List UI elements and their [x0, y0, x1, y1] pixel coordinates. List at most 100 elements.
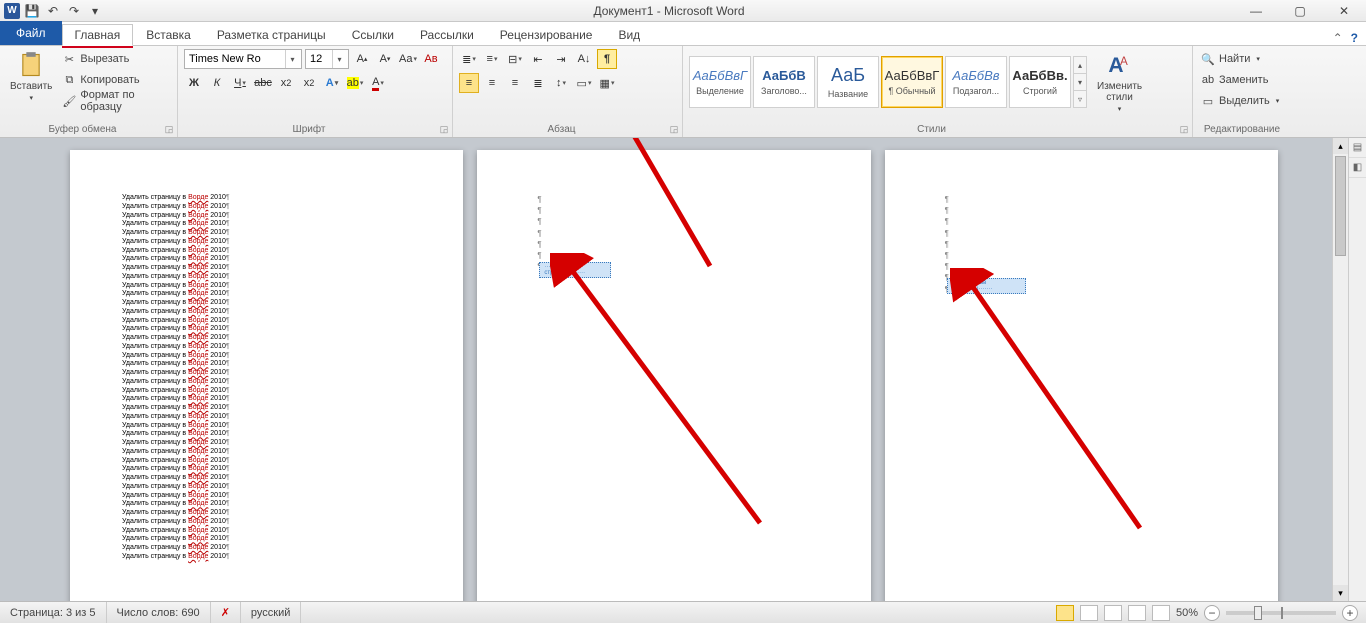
align-center-button[interactable]: ≡ [482, 73, 502, 93]
zoom-level[interactable]: 50% [1176, 607, 1198, 619]
document-area: Удалить страницу в Ворде 2010¶Удалить ст… [0, 138, 1348, 601]
tab-layout[interactable]: Разметка страницы [204, 23, 339, 45]
shading-button[interactable]: ▭▾ [574, 73, 594, 93]
view-draft-button[interactable] [1152, 605, 1170, 621]
scroll-down-icon[interactable]: ▾ [1333, 585, 1348, 601]
style-heading[interactable]: АаБбВЗаголово... [753, 56, 815, 108]
tab-review[interactable]: Рецензирование [487, 23, 606, 45]
page-1-content: Удалить страницу в Ворде 2010¶Удалить ст… [122, 194, 411, 562]
scroll-thumb[interactable] [1335, 156, 1346, 256]
style-title[interactable]: АаБНазвание [817, 56, 879, 108]
font-size-combo[interactable]: ▾ [305, 49, 349, 69]
page-2[interactable]: ¶¶¶¶¶¶¶ ·······Разрыв страницы······· [477, 150, 870, 601]
grow-font-button[interactable]: A▴ [352, 49, 372, 69]
change-styles-button[interactable]: AA Изменить стили ▾ [1093, 49, 1146, 115]
select-button[interactable]: ▭Выделить▾ [1199, 91, 1297, 111]
multilevel-button[interactable]: ⊟▾ [505, 49, 525, 69]
view-print-layout-button[interactable] [1056, 605, 1074, 621]
qat-more-icon[interactable]: ▾ [86, 2, 104, 20]
italic-button[interactable]: К [207, 73, 227, 93]
tab-home[interactable]: Главная [62, 24, 134, 46]
gallery-up-icon[interactable]: ▴ [1074, 57, 1086, 74]
gallery-down-icon[interactable]: ▾ [1074, 74, 1086, 91]
bullets-button[interactable]: ≣▾ [459, 49, 479, 69]
superscript-button[interactable]: x2 [299, 73, 319, 93]
gallery-more-icon[interactable]: ▿ [1074, 91, 1086, 107]
scroll-up-icon[interactable]: ▴ [1333, 138, 1348, 154]
tab-view[interactable]: Вид [605, 23, 653, 45]
ribbon-minimize-icon[interactable]: ⌃ [1333, 31, 1343, 45]
tab-insert[interactable]: Вставка [133, 23, 204, 45]
close-button[interactable]: ✕ [1322, 0, 1366, 22]
status-spellcheck[interactable]: ✗ [211, 602, 241, 623]
chevron-down-icon[interactable]: ▾ [332, 50, 346, 68]
paragraph-marks: ¶¶¶¶¶¶¶ [537, 194, 541, 272]
sort-button[interactable]: A↓ [574, 49, 594, 69]
zoom-in-button[interactable]: + [1342, 605, 1358, 621]
vertical-scrollbar[interactable]: ▴ ▾ [1332, 138, 1348, 601]
status-language[interactable]: русский [241, 602, 301, 623]
paste-button[interactable]: Вставить ▾ [6, 49, 56, 111]
change-case-button[interactable]: Aa▾ [398, 49, 418, 69]
file-tab[interactable]: Файл [0, 21, 62, 45]
text-effects-button[interactable]: A▾ [322, 73, 342, 93]
bold-button[interactable]: Ж [184, 73, 204, 93]
cut-button[interactable]: ✂Вырезать [60, 49, 171, 69]
align-right-button[interactable]: ≡ [505, 73, 525, 93]
font-name-input[interactable] [185, 50, 285, 68]
style-emphasis[interactable]: АаБбВвГВыделение [689, 56, 751, 108]
zoom-thumb[interactable] [1254, 606, 1262, 620]
styles-launcher-icon[interactable]: ◲ [1178, 123, 1190, 135]
clipboard-launcher-icon[interactable]: ◲ [163, 123, 175, 135]
group-clipboard-label: Буфер обмена [0, 124, 165, 135]
view-outline-button[interactable] [1128, 605, 1146, 621]
style-subtitle[interactable]: АаБбВвПодзагол... [945, 56, 1007, 108]
paragraph-launcher-icon[interactable]: ◲ [668, 123, 680, 135]
clear-format-button[interactable]: Aʙ [421, 49, 441, 69]
show-marks-button[interactable]: ¶ [597, 49, 617, 69]
decrease-indent-button[interactable]: ⇤ [528, 49, 548, 69]
zoom-out-button[interactable]: − [1204, 605, 1220, 621]
change-styles-label: Изменить стили [1097, 81, 1142, 103]
justify-button[interactable]: ≣ [528, 73, 548, 93]
zoom-slider[interactable] [1226, 611, 1336, 615]
page-1[interactable]: Удалить страницу в Ворде 2010¶Удалить ст… [70, 150, 463, 601]
replace-button[interactable]: abЗаменить [1199, 70, 1297, 90]
tab-mailings[interactable]: Рассылки [407, 23, 487, 45]
increase-indent-button[interactable]: ⇥ [551, 49, 571, 69]
undo-icon[interactable]: ↶ [44, 2, 62, 20]
maximize-button[interactable]: ▢ [1278, 0, 1322, 22]
minimize-button[interactable]: — [1234, 0, 1278, 22]
underline-button[interactable]: Ч▾ [230, 73, 250, 93]
shrink-font-button[interactable]: A▾ [375, 49, 395, 69]
line-spacing-button[interactable]: ↕▾ [551, 73, 571, 93]
font-launcher-icon[interactable]: ◲ [438, 123, 450, 135]
copy-button[interactable]: ⧉Копировать [60, 70, 171, 90]
page-3[interactable]: ¶¶¶¶¶¶¶¶¶ ·······Разрыв страницы······· [885, 150, 1278, 601]
font-name-combo[interactable]: ▾ [184, 49, 302, 69]
numbering-button[interactable]: ≡▾ [482, 49, 502, 69]
nav-icon[interactable]: ◧ [1349, 158, 1366, 178]
view-fullscreen-button[interactable] [1080, 605, 1098, 621]
format-painter-button[interactable]: 🖌Формат по образцу [60, 91, 171, 111]
find-button[interactable]: 🔍Найти▾ [1199, 49, 1297, 69]
status-words[interactable]: Число слов: 690 [107, 602, 211, 623]
group-editing-label: Редактирование [1193, 124, 1291, 135]
ruler-icon[interactable]: ▤ [1349, 138, 1366, 158]
chevron-down-icon[interactable]: ▾ [285, 50, 299, 68]
style-normal[interactable]: АаБбВвГ¶ Обычный [881, 56, 943, 108]
font-size-input[interactable] [306, 50, 332, 68]
subscript-button[interactable]: x2 [276, 73, 296, 93]
strike-button[interactable]: abc [253, 73, 273, 93]
view-web-button[interactable] [1104, 605, 1122, 621]
status-page[interactable]: Страница: 3 из 5 [0, 602, 107, 623]
borders-button[interactable]: ▦▾ [597, 73, 617, 93]
help-icon[interactable]: ? [1351, 31, 1358, 45]
align-left-button[interactable]: ≡ [459, 73, 479, 93]
style-strong[interactable]: АаБбВв.Строгий [1009, 56, 1071, 108]
tab-references[interactable]: Ссылки [339, 23, 407, 45]
redo-icon[interactable]: ↷ [65, 2, 83, 20]
save-icon[interactable]: 💾 [23, 2, 41, 20]
highlight-button[interactable]: ab▾ [345, 73, 365, 93]
font-color-button[interactable]: A▾ [368, 73, 388, 93]
